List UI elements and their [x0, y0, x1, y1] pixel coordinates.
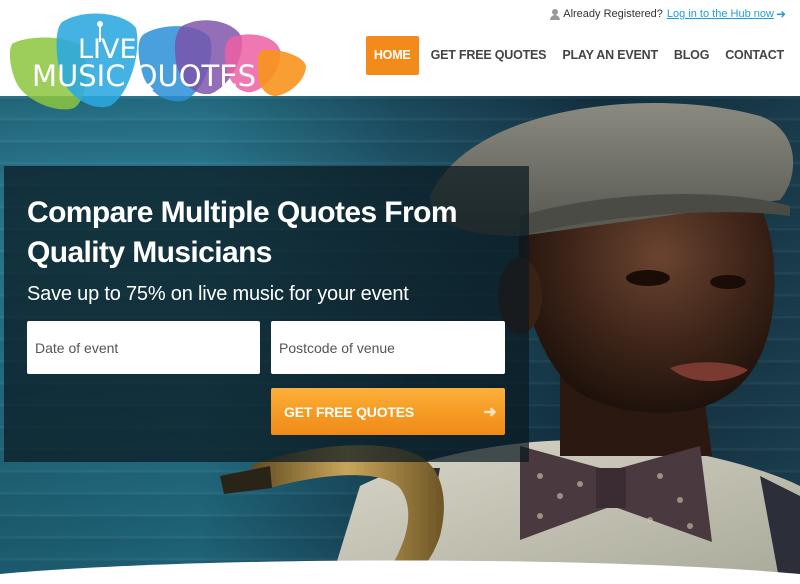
postcode-of-venue-input[interactable]	[271, 321, 505, 374]
cta-label: GET FREE QUOTES	[284, 403, 415, 420]
nav-item-contact[interactable]: CONTACT	[717, 36, 792, 75]
arrow-right-icon: ➜	[483, 403, 497, 421]
quote-panel: Compare Multiple Quotes From Quality Mus…	[4, 166, 529, 462]
login-prompt: Already Registered?	[563, 8, 663, 20]
bottom-curve-divider	[0, 560, 800, 584]
arrow-right-icon[interactable]: ➜	[776, 7, 786, 21]
nav-item-home[interactable]: HOME	[365, 36, 419, 75]
logo-line2: MUSIC QUOTES	[32, 59, 256, 93]
date-of-event-input[interactable]	[27, 321, 260, 374]
nav-item-blog[interactable]: BLOG	[666, 36, 717, 75]
site-header: LIVE MUSIC QUOTES Already Registered? Lo…	[0, 0, 800, 110]
get-free-quotes-button[interactable]: GET FREE QUOTES ➜	[271, 388, 505, 435]
hero-section: Compare Multiple Quotes From Quality Mus…	[0, 96, 800, 584]
nav-item-get-free-quotes[interactable]: GET FREE QUOTES	[423, 36, 555, 75]
main-nav: HOME GET FREE QUOTES PLAY AN EVENT BLOG …	[365, 36, 792, 75]
user-icon	[550, 8, 561, 20]
nav-item-play-an-event[interactable]: PLAY AN EVENT	[554, 36, 666, 75]
hero-subline: Save up to 75% on live music for your ev…	[27, 283, 409, 305]
login-bar: Already Registered? Log in to the Hub no…	[550, 7, 786, 21]
live-music-quotes-logo[interactable]: LIVE MUSIC QUOTES	[4, 4, 310, 116]
login-link[interactable]: Log in to the Hub now	[667, 8, 774, 20]
hero-headline: Compare Multiple Quotes From Quality Mus…	[27, 196, 458, 269]
